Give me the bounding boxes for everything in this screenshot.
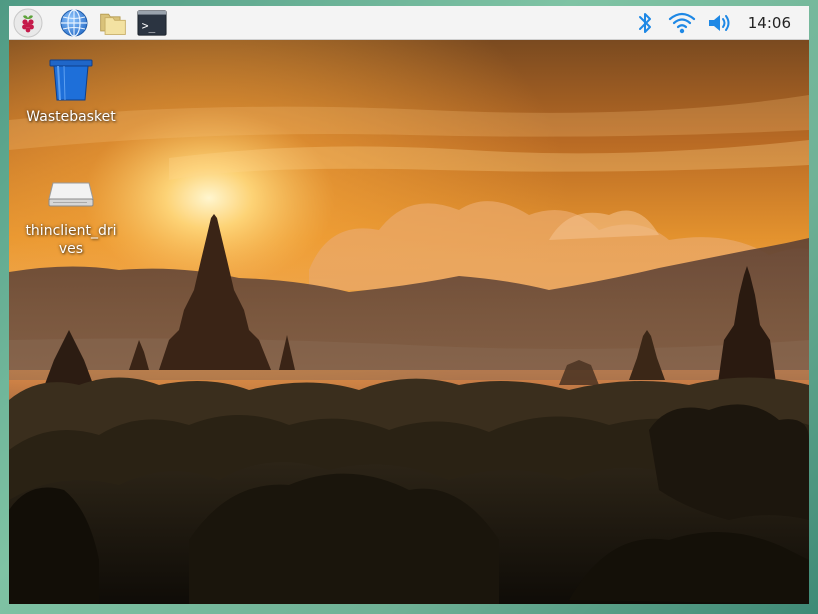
screen: >_ 14:06 Wastebasket thinclient_drives (9, 6, 809, 604)
desktop-icon-wastebasket[interactable]: Wastebasket (16, 56, 126, 126)
bluetooth-button[interactable] (630, 8, 660, 38)
volume-icon (709, 15, 730, 31)
folder-icon (100, 13, 126, 35)
terminal-icon: >_ (137, 10, 167, 36)
desktop[interactable]: Wastebasket thinclient_drives (9, 40, 809, 604)
wifi-icon (668, 12, 696, 34)
clock[interactable]: 14:06 (748, 6, 791, 40)
drive-icon (48, 182, 94, 207)
terminal-prompt: >_ (142, 20, 156, 33)
desktop-icon-label: thinclient_drives (25, 223, 117, 257)
globe-icon (60, 9, 88, 37)
menu-button[interactable] (13, 8, 43, 38)
raspberry-icon (13, 8, 43, 38)
trash-icon (49, 59, 93, 101)
volume-button[interactable] (705, 8, 735, 38)
desktop-icon-thinclient-drives[interactable]: thinclient_drives (16, 170, 126, 258)
terminal-button[interactable]: >_ (137, 8, 167, 38)
taskbar: >_ 14:06 (9, 6, 809, 40)
file-manager-button[interactable] (98, 8, 128, 38)
wifi-button[interactable] (667, 8, 697, 38)
bluetooth-icon (639, 13, 651, 33)
desktop-icon-label: Wastebasket (26, 109, 116, 125)
wallpaper-sunset-temples (9, 40, 809, 604)
web-browser-button[interactable] (59, 8, 89, 38)
